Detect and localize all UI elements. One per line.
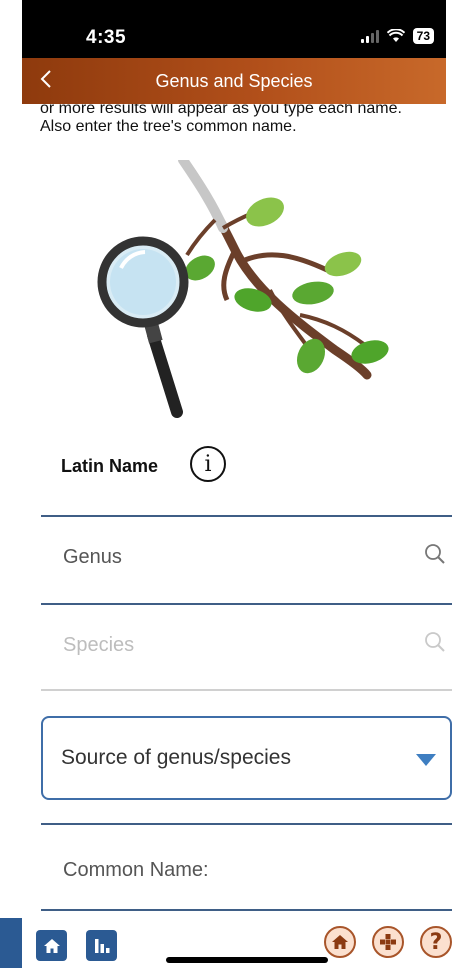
grid-icon	[380, 934, 396, 950]
battery-indicator: 73	[412, 28, 434, 44]
home-icon	[43, 938, 60, 953]
species-input[interactable]	[61, 633, 405, 658]
info-icon: i	[204, 451, 212, 477]
stats-nav-button[interactable]	[86, 930, 117, 961]
genus-field	[41, 515, 452, 605]
bar-chart-icon	[94, 938, 109, 953]
status-time: 4:35	[86, 27, 127, 48]
search-icon[interactable]	[424, 543, 446, 565]
info-button[interactable]: i	[190, 446, 226, 482]
search-icon[interactable]	[424, 631, 446, 653]
genus-input[interactable]	[61, 545, 405, 570]
common-name-field	[41, 823, 452, 913]
bottom-toolbar: ?	[0, 918, 467, 968]
instruction-text: Also enter the tree's common name.	[40, 118, 297, 135]
field-divider	[41, 689, 452, 691]
grid-menu-button[interactable]	[372, 926, 404, 958]
common-name-input[interactable]	[61, 858, 405, 883]
field-divider	[41, 909, 452, 911]
magnifier-icon	[97, 236, 189, 418]
species-field	[41, 603, 452, 693]
branch-magnifier-illustration	[97, 160, 389, 418]
source-select[interactable]: Source of genus/species	[41, 716, 452, 800]
tree-branch-icon	[178, 160, 389, 380]
signal-icon	[360, 29, 379, 43]
status-bar: 4:35 73	[22, 0, 446, 58]
home-indicator[interactable]	[166, 957, 328, 963]
home-nav-button[interactable]	[36, 930, 67, 961]
field-divider	[41, 515, 452, 517]
page-title: Genus and Species	[155, 71, 313, 91]
toolbar-edge	[0, 918, 22, 968]
field-divider	[41, 603, 452, 605]
latin-name-label: Latin Name	[61, 456, 159, 476]
home-button[interactable]	[324, 926, 356, 958]
field-divider	[41, 823, 452, 825]
status-indicators: 73	[360, 28, 434, 44]
help-button[interactable]: ?	[420, 926, 452, 958]
wifi-icon	[386, 29, 405, 42]
home-icon	[332, 935, 348, 949]
app-header: Genus and Species	[22, 58, 446, 104]
source-select-label: Source of genus/species	[61, 746, 291, 769]
caret-down-icon	[416, 754, 436, 766]
question-icon: ?	[429, 929, 443, 955]
